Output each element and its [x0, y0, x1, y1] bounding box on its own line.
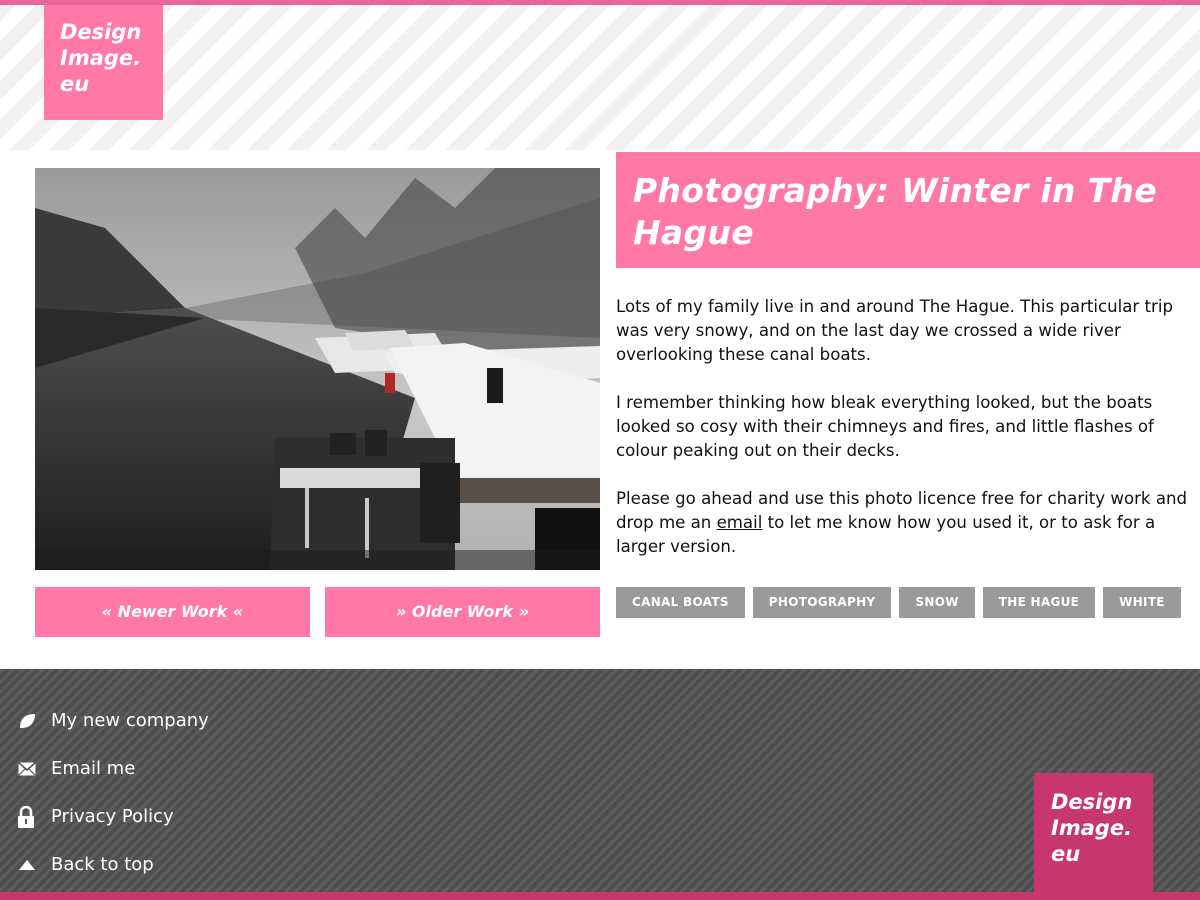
footer-logo[interactable]: Design Image. eu	[1034, 773, 1153, 893]
post-title-box: Photography: Winter in The Hague	[616, 152, 1200, 268]
bottom-accent-bar	[0, 892, 1200, 900]
logo-line: Image.	[1051, 816, 1133, 840]
footer-link-company[interactable]: My new company	[18, 697, 209, 745]
post-title: Photography: Winter in The Hague	[633, 171, 1157, 252]
footer-link-label: Privacy Policy	[51, 806, 174, 827]
footer-link-back-to-top[interactable]: Back to top	[18, 841, 209, 889]
footer-link-label: Email me	[51, 758, 136, 779]
email-link[interactable]: email	[717, 513, 763, 532]
post-paragraph: I remember thinking how bleak everything…	[616, 393, 1154, 460]
post-paragraph: Lots of my family live in and around The…	[616, 297, 1173, 364]
footer-links: My new company Email me Privacy Policy B…	[18, 697, 209, 889]
footer-link-privacy[interactable]: Privacy Policy	[18, 793, 209, 841]
site-footer: My new company Email me Privacy Policy B…	[0, 669, 1200, 900]
footer-link-email[interactable]: Email me	[18, 745, 209, 793]
tag-canal-boats[interactable]: CANAL BOATS	[616, 587, 745, 618]
logo-line: eu	[60, 72, 90, 96]
tag-photography[interactable]: PHOTOGRAPHY	[752, 587, 892, 618]
logo-line: Design	[1051, 790, 1133, 814]
logo-line: eu	[1051, 842, 1081, 866]
site-logo[interactable]: Design Image. eu	[44, 5, 163, 120]
logo-line: Image.	[60, 46, 142, 70]
post-photo	[35, 168, 600, 570]
tag-snow[interactable]: SNOW	[899, 587, 975, 618]
newer-work-button[interactable]: « Newer Work «	[35, 587, 310, 637]
triangle-up-icon	[18, 855, 51, 875]
envelope-icon	[18, 759, 51, 779]
older-work-button[interactable]: » Older Work »	[325, 587, 600, 637]
post-paragraph-cta: Please go ahead and use this photo licen…	[616, 487, 1196, 559]
tag-the-hague[interactable]: THE HAGUE	[982, 587, 1096, 618]
footer-link-label: My new company	[51, 710, 209, 731]
post-body: Lots of my family live in and around The…	[616, 295, 1196, 583]
leaf-icon	[18, 711, 51, 731]
footer-link-label: Back to top	[51, 854, 154, 875]
tag-white[interactable]: WHITE	[1103, 587, 1181, 618]
logo-line: Design	[60, 20, 142, 44]
tag-list: CANAL BOATS PHOTOGRAPHY SNOW THE HAGUE W…	[616, 587, 1181, 618]
top-accent-bar	[0, 0, 1200, 5]
lock-icon	[18, 806, 51, 828]
